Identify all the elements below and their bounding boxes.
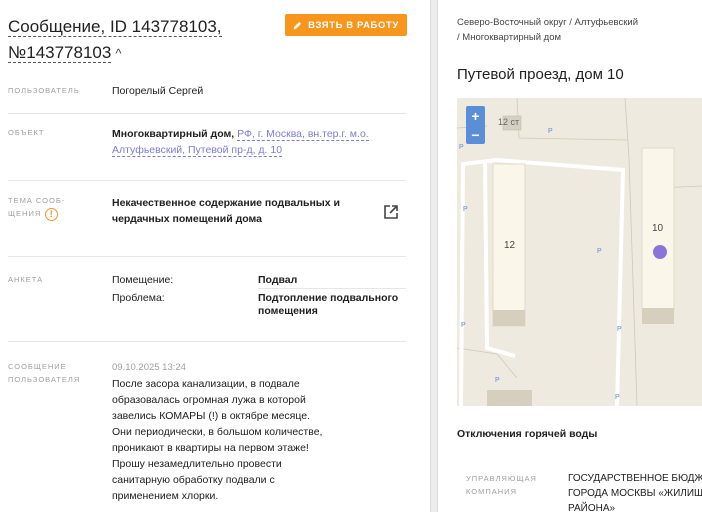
message-panel: Сообщение, ID 143778103, №143778103 ^ ВЗЯ… [0, 0, 430, 512]
divider [8, 256, 406, 257]
message-title-line2: №143778103 [8, 43, 112, 63]
form-label: АНКЕТА [8, 275, 44, 284]
object-panel: Северо-Восточный округ / Алтуфьевский / … [438, 0, 702, 512]
divider [8, 341, 406, 342]
object-type: Многоквартирный дом, [112, 128, 235, 140]
topic-value: Некачественное содержание подвальных и ч… [112, 197, 340, 225]
parking-icon: P [461, 322, 466, 329]
panel-splitter[interactable] [430, 0, 438, 512]
user-message-label: СООБЩЕНИЕ ПОЛЬЗОВАТЕЛЯ [8, 360, 80, 386]
message-title-line1: Сообщение, ID 143778103, [8, 17, 222, 37]
user-message-label-line1: СООБЩЕНИЕ [8, 362, 67, 371]
object-address-link-2[interactable]: Алтуфьевский, Путевой пр-д, д. 10 [112, 144, 283, 157]
zoom-out-button[interactable]: − [466, 125, 485, 144]
message-title[interactable]: Сообщение, ID 143778103, №143778103 ^ [8, 14, 278, 67]
object-value: Многоквартирный дом, РФ, г. Москва, вн.т… [112, 126, 392, 158]
parking-icon: P [495, 377, 500, 384]
parking-icon: P [459, 144, 464, 151]
problem-label: Проблема: [112, 292, 165, 304]
message-date: 09.10.2025 13:24 [112, 362, 186, 373]
map-label-12st: 12 ст [498, 117, 520, 127]
room-label: Помещение: [112, 274, 174, 286]
chevron-up-icon[interactable]: ^ [115, 46, 121, 61]
topic-label-line1: ТЕМА СООБ- [8, 196, 66, 205]
management-company-value: ГОСУДАРСТВЕННОЕ БЮДЖ ГОРОДА МОСКВЫ «ЖИЛИ… [568, 471, 702, 512]
user-value: Погорелый Сергей [112, 85, 204, 97]
user-message-label-line2: ПОЛЬЗОВАТЕЛЯ [8, 375, 81, 384]
topic-label-line2: ЩЕНИЯ [8, 209, 42, 218]
zoom-in-button[interactable]: + [466, 106, 485, 125]
user-label: ПОЛЬЗОВАТЕЛЬ [8, 86, 80, 95]
management-company-line2: ГОРОДА МОСКВЫ «ЖИЛИЩ [568, 488, 702, 499]
open-external-icon[interactable] [383, 204, 399, 220]
problem-value: Подтопление подвального помещения [258, 292, 399, 317]
take-to-work-button[interactable]: ВЗЯТЬ В РАБОТУ [285, 14, 407, 36]
parking-icon: P [463, 206, 468, 213]
take-to-work-label: ВЗЯТЬ В РАБОТУ [308, 19, 399, 31]
warning-icon: ! [45, 207, 59, 221]
pencil-icon [294, 21, 302, 29]
parking-icon: P [597, 248, 602, 255]
room-value: Подвал [258, 274, 298, 286]
map-zoom-control: + − [466, 106, 485, 144]
parking-icon: P [617, 326, 622, 333]
management-company-label: УПРАВЛЯЮЩАЯ КОМПАНИЯ [466, 474, 537, 496]
management-company-line3: РАЙОНА» [568, 503, 616, 512]
parking-icon: P [548, 128, 553, 135]
building-12-label: 12 [504, 240, 516, 251]
object-label: ОБЪЕКТ [8, 128, 45, 137]
object-address-link[interactable]: РФ, г. Москва, вн.тер.г. м.о. [237, 128, 369, 141]
hot-water-outages-title[interactable]: Отключения горячей воды [457, 428, 597, 440]
object-address-title: Путевой проезд, дом 10 [457, 66, 624, 83]
parking-icon: P [615, 394, 620, 401]
building-10-label: 10 [652, 223, 664, 234]
breadcrumb[interactable]: Северо-Восточный округ / Алтуфьевский / … [457, 15, 638, 45]
map-canvas [457, 98, 702, 406]
management-company-line1: ГОСУДАРСТВЕННОЕ БЮДЖ [568, 473, 702, 484]
divider [8, 113, 406, 114]
map[interactable]: + − 12 ст 12 10 P P P P P P P P [457, 98, 702, 406]
message-text: После засора канализации, в подвале обра… [112, 378, 323, 502]
topic-label: ТЕМА СООБ- ЩЕНИЯ! [8, 194, 65, 221]
divider [8, 180, 406, 181]
divider [258, 288, 406, 289]
